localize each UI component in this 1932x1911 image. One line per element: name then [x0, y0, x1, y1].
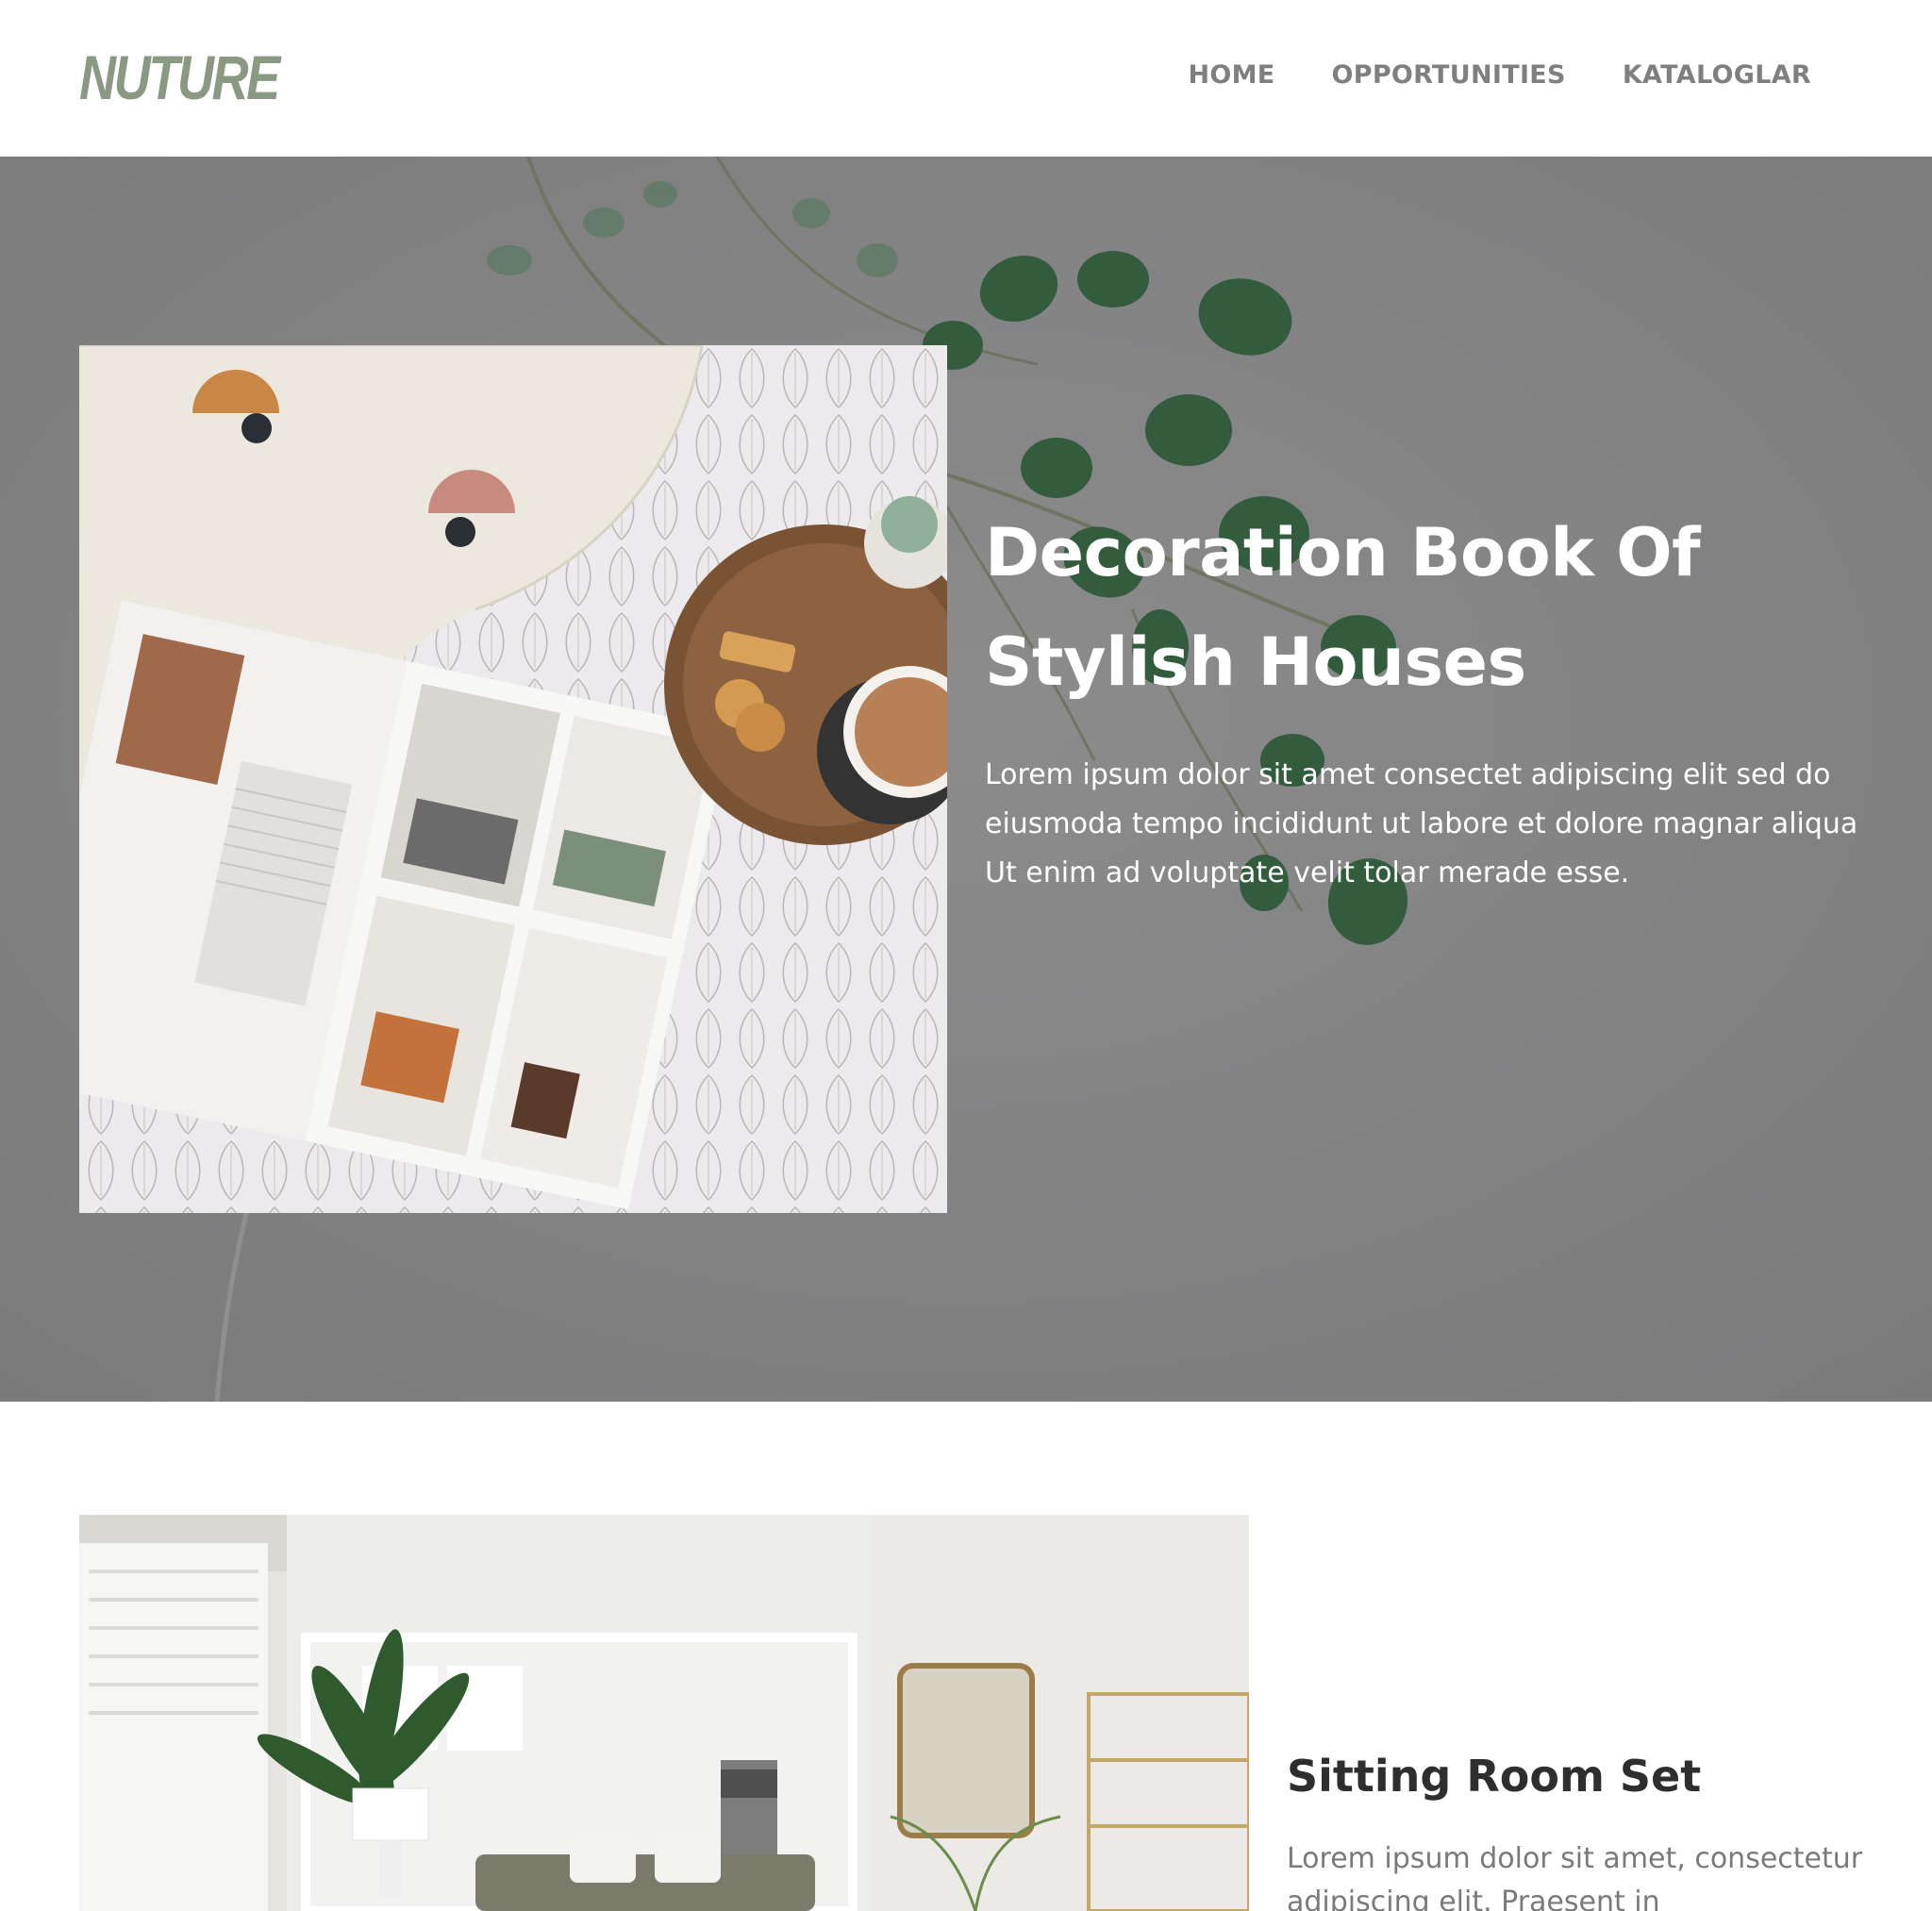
- sitting-room-description: Lorem ipsum dolor sit amet, consectetur …: [1287, 1842, 1863, 1911]
- sitting-room-title: Sitting Room Set: [1287, 1751, 1702, 1802]
- hero-text-block: Decoration Book Of Stylish Houses Lorem …: [985, 498, 1872, 898]
- site-header: NUTURE HOME OPPORTUNITIES KATALOGLAR: [0, 0, 1932, 157]
- decoration-book-photo: [79, 345, 947, 1213]
- hero-section: Decoration Book Of Stylish Houses Lorem …: [0, 157, 1932, 1402]
- hero-title-line-1: Decoration Book Of: [985, 514, 1701, 591]
- nav-opportunities-link[interactable]: OPPORTUNITIES: [1332, 60, 1566, 90]
- nav-kataloglar-link[interactable]: KATALOGLAR: [1623, 60, 1811, 90]
- hero-description: Lorem ipsum dolor sit amet consectet adi…: [985, 758, 1858, 889]
- brand-logo[interactable]: NUTURE: [79, 43, 280, 111]
- main-nav: HOME OPPORTUNITIES KATALOGLAR: [1188, 60, 1811, 90]
- hero-title-line-2: Stylish Houses: [985, 623, 1526, 701]
- nav-home-link[interactable]: HOME: [1188, 60, 1274, 90]
- hero-title: Decoration Book Of Stylish Houses: [985, 498, 1872, 717]
- sitting-room-photo: [79, 1515, 1249, 1911]
- sitting-room-section: Sitting Room Set Lorem ipsum dolor sit a…: [0, 1402, 1932, 1911]
